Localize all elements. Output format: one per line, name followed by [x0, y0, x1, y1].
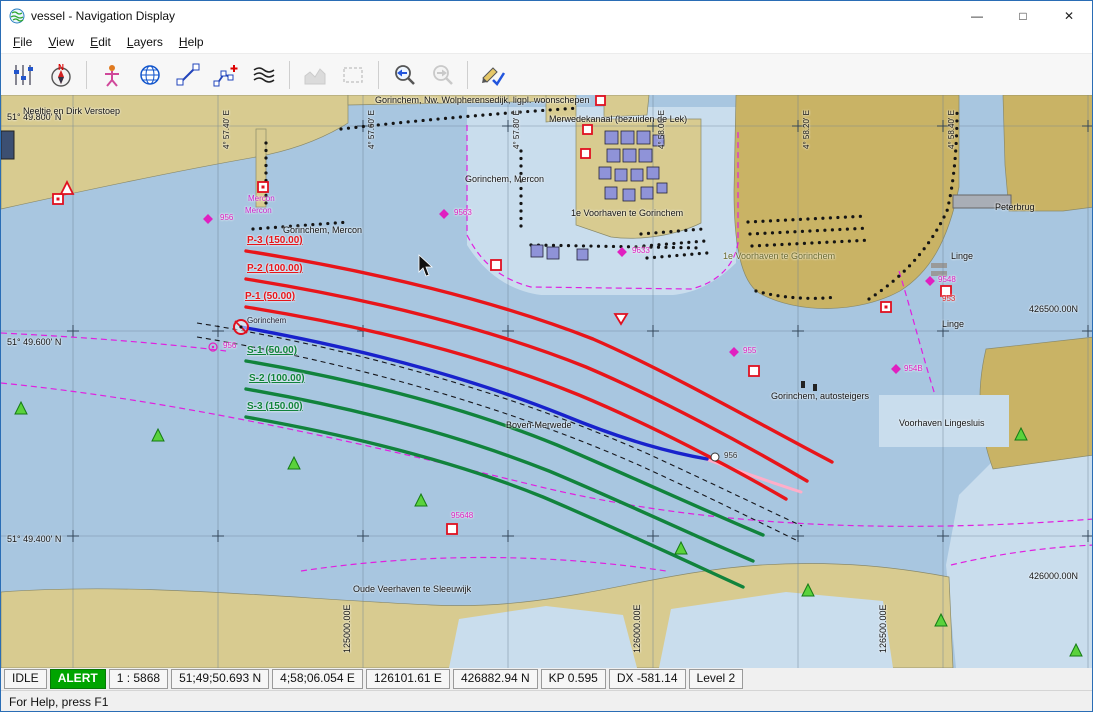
globe-icon: [137, 62, 163, 88]
window-title: vessel - Navigation Display: [31, 9, 954, 23]
compass-icon: N: [48, 62, 74, 88]
status-cell-dx-581-14: DX -581.14: [609, 669, 686, 689]
status-cell-kp-0-595: KP 0.595: [541, 669, 606, 689]
add-waypoint-button[interactable]: [208, 58, 244, 92]
measure-check-icon: [480, 62, 506, 88]
jetty-mark: [801, 381, 805, 388]
toolbar-separator: [378, 61, 379, 89]
minimize-button[interactable]: —: [954, 1, 1000, 31]
maximize-button[interactable]: □: [1000, 1, 1046, 31]
jetty-mark: [813, 384, 817, 391]
title-bar: vessel - Navigation Display — □ ✕: [1, 1, 1092, 31]
vessel-position-symbol: [234, 320, 248, 334]
contours-icon: [251, 62, 277, 88]
menu-view[interactable]: View: [40, 33, 82, 51]
nautical-chart: [1, 95, 1093, 668]
line-tool-icon: [175, 62, 201, 88]
toolbar-separator: [86, 61, 87, 89]
menu-file[interactable]: File: [5, 33, 40, 51]
zoom-previous-button[interactable]: [386, 58, 422, 92]
status-cell-126101-61-e: 126101.61 E: [366, 669, 450, 689]
status-cell-idle: IDLE: [4, 669, 47, 689]
selection-rect-icon: [340, 62, 366, 88]
vessel-symbol-button[interactable]: [94, 58, 130, 92]
zoom-forward-icon: [429, 62, 455, 88]
sluice: [931, 263, 947, 268]
status-cell-level-2: Level 2: [689, 669, 744, 689]
menu-layers[interactable]: Layers: [119, 33, 171, 51]
status-cell-alert: ALERT: [50, 669, 106, 689]
toolbar-separator: [467, 61, 468, 89]
lingesluis-basin: [879, 395, 1009, 447]
menu-bar: File View Edit Layers Help: [1, 31, 1092, 54]
draw-line-button[interactable]: [170, 58, 206, 92]
globe-button[interactable]: [132, 58, 168, 92]
status-cell-426882-94-n: 426882.94 N: [453, 669, 538, 689]
status-cell-1-5868: 1 : 5868: [109, 669, 168, 689]
compass-button[interactable]: N: [43, 58, 79, 92]
app-window: vessel - Navigation Display — □ ✕ File V…: [0, 0, 1093, 712]
help-bar: For Help, press F1: [1, 690, 1092, 712]
survey-check-button[interactable]: [475, 58, 511, 92]
help-text: For Help, press F1: [9, 695, 108, 709]
contour-lines-button[interactable]: [246, 58, 282, 92]
sluice: [931, 271, 947, 276]
peterbrug-bridge: [953, 195, 1011, 208]
profile-chart-button: [297, 58, 333, 92]
status-cell-51-49-50-693-n: 51;49;50.693 N: [171, 669, 269, 689]
menu-help[interactable]: Help: [171, 33, 212, 51]
select-region-button: [335, 58, 371, 92]
zoom-back-icon: [391, 62, 417, 88]
zoom-next-button: [424, 58, 460, 92]
status-cell-4-58-06-054-e: 4;58;06.054 E: [272, 669, 363, 689]
toolbar-separator: [289, 61, 290, 89]
moored-vessel: [1, 131, 14, 159]
toolbar: N: [1, 54, 1092, 96]
vessel-figure-icon: [99, 62, 125, 88]
polyline-plus-icon: [213, 62, 239, 88]
app-icon: [9, 8, 25, 24]
sliders-icon: [10, 62, 36, 88]
status-bar: IDLEALERT1 : 586851;49;50.693 N4;58;06.0…: [1, 668, 1092, 690]
area-chart-icon: [302, 62, 328, 88]
menu-edit[interactable]: Edit: [82, 33, 119, 51]
close-button[interactable]: ✕: [1046, 1, 1092, 31]
chart-map[interactable]: 51° 49.800' N51° 49.600' N51° 49.400' N4…: [1, 95, 1093, 668]
route-settings-button[interactable]: [5, 58, 41, 92]
window-controls: — □ ✕: [954, 1, 1092, 31]
